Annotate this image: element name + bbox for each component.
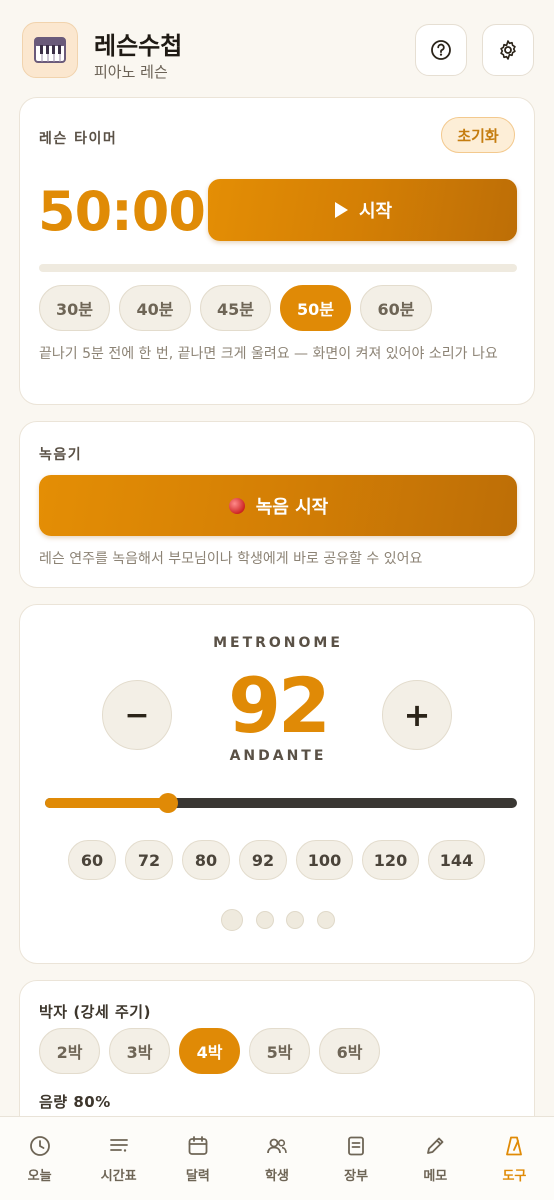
bpm-preset-92[interactable]: 92 [239, 840, 287, 880]
preset-40[interactable]: 40분 [119, 285, 191, 331]
plus-icon: + [403, 696, 431, 734]
nav-item-tools[interactable]: 도구 [475, 1117, 554, 1200]
app-title: 레슨수첩 [94, 32, 183, 60]
beat-indicator-2 [256, 911, 274, 929]
nav-label-tools: 도구 [502, 1169, 527, 1184]
nav-item-students[interactable]: 학생 [237, 1117, 316, 1200]
beat-option-3[interactable]: 3박 [109, 1028, 170, 1074]
beats-label: 박자 (강세 주기) [39, 1003, 151, 1021]
tempo-slider-thumb[interactable] [158, 793, 178, 813]
nav-item-calendar[interactable]: 달력 [158, 1117, 237, 1200]
preset-45[interactable]: 45분 [200, 285, 271, 331]
beat-indicator-4 [317, 911, 335, 929]
bpm-presets: 60 72 80 92 100 120 144 [68, 840, 485, 880]
bpm-preset-144[interactable]: 144 [428, 840, 485, 880]
play-icon [334, 202, 348, 218]
nav-item-ledger[interactable]: 장부 [317, 1117, 396, 1200]
bpm-preset-72[interactable]: 72 [125, 840, 173, 880]
tempo-name: ANDANTE [229, 748, 327, 764]
users-icon [267, 1138, 287, 1154]
metronome-label: METRONOME [213, 635, 343, 651]
tempo-slider[interactable] [45, 793, 517, 813]
nav-label-ledger: 장부 [344, 1169, 369, 1184]
bottom-nav: 오늘 시간표 달력 학생 장부 메모 도구 [0, 1116, 554, 1200]
volume-label: 음량 80% [39, 1093, 111, 1111]
reset-button[interactable]: 초기화 [441, 117, 515, 153]
start-timer-button[interactable]: 시작 [208, 179, 517, 241]
gear-icon [500, 40, 516, 60]
lesson-timer-card: 레슨 타이머 초기화 50:00 시작 30분 40분 45분 50분 60분 … [19, 97, 535, 405]
bpm-preset-120[interactable]: 120 [362, 840, 419, 880]
nav-label-students: 학생 [265, 1169, 289, 1184]
recorder-help: 레슨 연주를 녹음해서 부모님이나 학생에게 바로 공유할 수 있어요 [39, 551, 423, 567]
question-circle-icon [431, 40, 451, 60]
bpm-preset-60[interactable]: 60 [68, 840, 116, 880]
nav-label-memo: 메모 [423, 1169, 448, 1184]
timer-help: 끝나기 5분 전에 한 번, 끝나면 크게 울려요 — 화면이 켜져 있어야 소… [39, 346, 498, 362]
beat-options: 2박 3박 4박 5박 6박 [39, 1028, 380, 1074]
timer-label: 레슨 타이머 [39, 131, 118, 147]
beat-option-2[interactable]: 2박 [39, 1028, 100, 1074]
record-button[interactable]: 녹음 시작 [39, 475, 517, 536]
preset-50[interactable]: 50분 [280, 285, 351, 331]
clock-icon [29, 1136, 50, 1156]
beat-option-5[interactable]: 5박 [249, 1028, 310, 1074]
metronome-card: METRONOME − 92 + ANDANTE 60 72 80 92 100… [19, 604, 535, 964]
timer-presets: 30분 40분 45분 50분 60분 [39, 285, 432, 331]
bpm-increase-button[interactable]: + [382, 680, 452, 750]
timer-progress [39, 264, 517, 272]
beat-indicator-3 [286, 911, 304, 929]
record-label: 녹음 시작 [255, 496, 329, 518]
recorder-card: 녹음기 녹음 시작 레슨 연주를 녹음해서 부모님이나 학생에게 바로 공유할 … [19, 421, 535, 588]
bpm-preset-80[interactable]: 80 [182, 840, 230, 880]
piano-icon [22, 22, 78, 78]
preset-60[interactable]: 60분 [360, 285, 432, 331]
app-subtitle: 피아노 레슨 [94, 63, 168, 81]
list-icon [109, 1139, 128, 1152]
record-dot-icon [228, 497, 245, 514]
preset-30[interactable]: 30분 [39, 285, 110, 331]
recorder-label: 녹음기 [39, 447, 83, 463]
start-label: 시작 [358, 201, 393, 222]
tempo-slider-fill [45, 798, 168, 808]
settings-button[interactable] [482, 24, 534, 76]
app-header: 레슨수첩 피아노 레슨 [0, 0, 554, 92]
nav-item-today[interactable]: 오늘 [0, 1117, 79, 1200]
ledger-icon [348, 1136, 365, 1156]
help-button[interactable] [415, 24, 467, 76]
nav-label-today: 오늘 [27, 1169, 52, 1184]
calendar-icon [188, 1136, 208, 1155]
metronome-icon [506, 1136, 523, 1156]
timer-display: 50:00 [38, 180, 206, 243]
pencil-icon [427, 1137, 444, 1154]
beat-option-4[interactable]: 4박 [179, 1028, 240, 1074]
beat-indicator-1 [221, 909, 243, 931]
nav-item-schedule[interactable]: 시간표 [79, 1117, 158, 1200]
beat-option-6[interactable]: 6박 [319, 1028, 380, 1074]
bpm-display: 92 [228, 661, 331, 750]
nav-item-memo[interactable]: 메모 [396, 1117, 475, 1200]
bpm-preset-100[interactable]: 100 [296, 840, 353, 880]
nav-label-schedule: 시간표 [100, 1169, 137, 1184]
nav-label-calendar: 달력 [185, 1169, 210, 1184]
